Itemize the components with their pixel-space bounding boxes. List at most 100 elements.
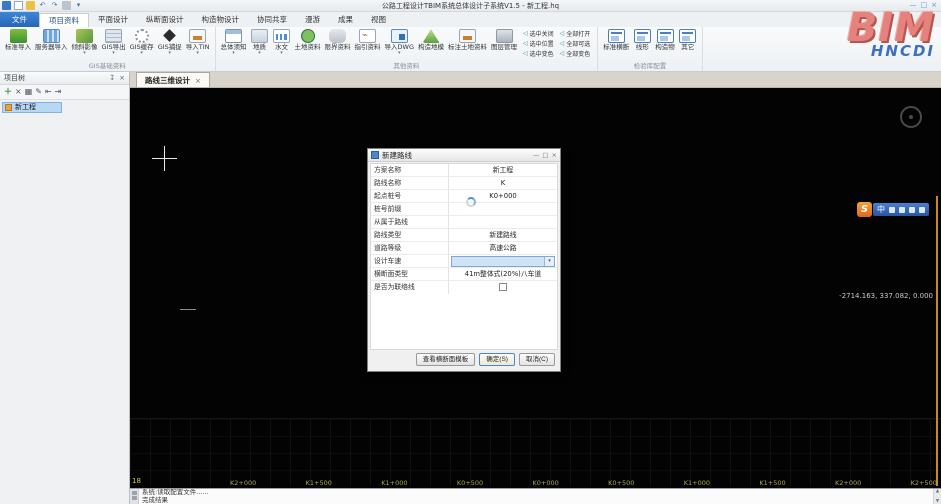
ime-keyboard-icon[interactable] xyxy=(909,207,915,213)
edit-icon[interactable]: ✎ xyxy=(35,87,42,97)
btn-other[interactable]: 其它 xyxy=(677,29,699,51)
cancel-button[interactable]: 取消(C) xyxy=(519,353,555,366)
dropdown-arrow-icon: ▾ xyxy=(398,51,401,56)
tab-results[interactable]: 成果 xyxy=(329,13,362,27)
command-output[interactable]: 系统:读取配置文件...... 完成结果 xyxy=(139,489,933,504)
btn-layer-manager[interactable]: 图层管理 xyxy=(489,29,519,51)
station-label: K1+000 xyxy=(381,479,407,487)
tab-project-data[interactable]: 项目资料 xyxy=(39,13,89,27)
import-dwg-icon xyxy=(391,29,408,43)
tab-collaboration[interactable]: 协同共享 xyxy=(248,13,296,27)
btn-oblique-imagery[interactable]: 倾斜影像 ▾ xyxy=(70,29,100,56)
scroll-up-icon[interactable]: ▲ xyxy=(936,489,939,494)
tree-item-new-project[interactable]: 新工程 xyxy=(2,102,62,113)
structure-icon xyxy=(657,29,674,43)
btn-geology[interactable]: 地质 ▾ xyxy=(249,29,271,56)
btn-hydrology[interactable]: 水文 ▾ xyxy=(271,29,293,56)
station-label: K2+500 xyxy=(911,479,937,487)
scroll-down-icon[interactable]: ▼ xyxy=(936,499,939,504)
scheme-name-value[interactable]: 新工程 xyxy=(449,164,557,176)
view-compass-icon[interactable] xyxy=(900,106,922,128)
tab-close-icon[interactable]: × xyxy=(195,77,201,85)
dialog-footer: 查看横断面模板 确定(S) 取消(C) xyxy=(368,351,560,371)
ime-bar: 中 xyxy=(873,203,929,216)
btn-terrain-model[interactable]: 构造地模 xyxy=(416,29,446,51)
btn-gis-export[interactable]: GIS导出 ▾ xyxy=(100,29,128,56)
btn-import-tin[interactable]: 导入TIN ▾ xyxy=(184,29,212,56)
combo-dropdown-icon[interactable]: ▾ xyxy=(544,257,554,266)
doc-tab-route-3d-design[interactable]: 路线三维设计 × xyxy=(136,72,210,87)
station-prefix-value[interactable] xyxy=(449,203,557,215)
ribbon-tab-bar: 文件 项目资料 平面设计 纵断面设计 构造物设计 协同共享 漫游 成果 视图 xyxy=(0,12,941,27)
dialog-maximize-icon[interactable]: □ xyxy=(542,151,548,160)
ok-button[interactable]: 确定(S) xyxy=(479,353,515,366)
delete-icon[interactable]: × xyxy=(15,87,22,97)
add-icon[interactable]: ＋ xyxy=(4,87,12,97)
group-label-gis-basic-data: GIS基础资料 xyxy=(3,59,212,71)
tab-profile-design[interactable]: 纵断面设计 xyxy=(137,13,193,27)
ime-mode-indicator[interactable]: 中 xyxy=(877,204,885,216)
btn-boundary-data[interactable]: 限界资料 xyxy=(323,29,353,51)
btn-structure[interactable]: 构造物 xyxy=(653,29,677,51)
maximize-icon[interactable]: □ xyxy=(921,1,928,10)
ime-logo-icon[interactable]: S xyxy=(857,202,872,217)
dialog-title-bar[interactable]: 新建路线 — □ × xyxy=(368,149,560,162)
table-icon[interactable]: ▦ xyxy=(25,87,33,97)
dialog-minimize-icon[interactable]: — xyxy=(533,151,540,160)
expand-icon[interactable]: ⇥ xyxy=(55,87,62,97)
toggle-icon: ◁ xyxy=(523,40,528,47)
btn-import-dwg[interactable]: 导入DWG ▾ xyxy=(383,29,416,56)
dialog-close-icon[interactable]: × xyxy=(552,151,557,160)
dropdown-arrow-icon: ▾ xyxy=(83,51,86,56)
view-cross-section-template-button[interactable]: 查看横断面模板 xyxy=(416,353,476,366)
pin-icon[interactable]: ↧ xyxy=(109,74,115,82)
ime-toolbar[interactable]: S 中 xyxy=(857,201,929,218)
route-type-value[interactable]: 新建路线 xyxy=(449,229,557,241)
connector-line-checkbox[interactable] xyxy=(499,283,507,291)
btn-standard-import[interactable]: 标准导入 xyxy=(3,29,33,51)
road-grade-value[interactable]: 高速公路 xyxy=(449,242,557,254)
toggle-all-color[interactable]: ◁ 全部变色 xyxy=(560,49,591,58)
cursor-coordinates: -2714.163, 337.082, 0.000 xyxy=(839,292,933,300)
toggle-all-open[interactable]: ◁ 全部打开 xyxy=(560,29,591,38)
collapse-icon[interactable]: ⇤ xyxy=(45,87,52,97)
btn-alignment[interactable]: 线形 xyxy=(631,29,653,51)
station-label: K1+500 xyxy=(306,479,332,487)
parent-route-value[interactable] xyxy=(449,216,557,228)
cross-section-type-value[interactable]: 41m整体式(20%)八车道 xyxy=(449,268,557,280)
toggle-selected-position[interactable]: ◁ 选中位置 xyxy=(523,39,554,48)
tab-roam[interactable]: 漫游 xyxy=(296,13,329,27)
design-speed-combo[interactable]: ▾ xyxy=(451,256,555,267)
tab-file[interactable]: 文件 xyxy=(0,12,39,27)
btn-annotate-land-data[interactable]: 标注土地资料 xyxy=(446,29,489,51)
toggle-selected-color[interactable]: ◁ 选中变色 xyxy=(523,49,554,58)
toggle-selected-close[interactable]: ◁ 选中关闭 xyxy=(523,29,554,38)
selection-toggle-grid: ◁ 选中关闭 ◁ 全部打开 ◁ 选中位置 ◁ 全部可选 xyxy=(519,29,594,58)
btn-general-info[interactable]: 总体须知 ▾ xyxy=(219,29,249,56)
command-scrollbar[interactable]: ▲ ▼ xyxy=(933,489,941,504)
station-label: K0+500 xyxy=(457,479,483,487)
ime-emoji-icon[interactable] xyxy=(899,207,905,213)
tab-view[interactable]: 视图 xyxy=(362,13,395,27)
close-icon[interactable]: × xyxy=(931,1,937,10)
tab-structure-design[interactable]: 构造物设计 xyxy=(193,13,249,27)
btn-gis-snap[interactable]: GIS捕捉 ▾ xyxy=(156,29,184,56)
ribbon-group-other-data: 总体须知 ▾ 地质 ▾ 水文 ▾ 土地资料 xyxy=(216,27,599,71)
btn-server-import[interactable]: 服务器导入 xyxy=(33,29,70,51)
btn-guide-data[interactable]: 指引资料 xyxy=(353,29,383,51)
drawing-canvas[interactable]: -2714.163, 337.082, 0.000 18 K2+000 K1+5… xyxy=(130,88,941,488)
toggle-all-selectable[interactable]: ◁ 全部可选 xyxy=(560,39,591,48)
minimize-icon[interactable]: — xyxy=(910,1,917,10)
panel-close-icon[interactable]: × xyxy=(119,74,125,82)
ime-settings-icon[interactable] xyxy=(919,207,925,213)
btn-gis-cache[interactable]: GIS缓存 ▾ xyxy=(128,29,156,56)
btn-standard-cross-section[interactable]: 标准横断 xyxy=(601,29,631,51)
route-name-value[interactable]: K xyxy=(449,177,557,189)
tab-plane-design[interactable]: 平面设计 xyxy=(89,13,137,27)
window-title: 公路工程设计TBIM系统总体设计子系统V1.5 - 新工程.hq xyxy=(0,1,941,11)
gis-export-icon xyxy=(105,29,122,43)
btn-land-data[interactable]: 土地资料 xyxy=(293,29,323,51)
ime-punctuation-icon[interactable] xyxy=(889,207,895,213)
dropdown-arrow-icon: ▾ xyxy=(232,51,235,56)
project-node-icon xyxy=(5,104,12,111)
